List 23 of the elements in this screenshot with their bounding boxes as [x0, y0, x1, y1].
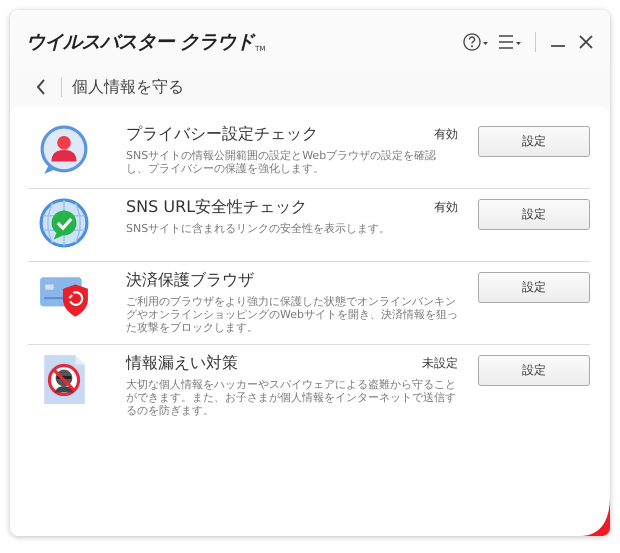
- page-title: 個人情報を守る: [72, 76, 184, 98]
- feature-description: SNSサイトに含まれるリンクの安全性を表示します。: [126, 222, 392, 235]
- feature-title: 決済保護ブラウザ: [126, 270, 254, 291]
- feature-description: ご利用のブラウザをより強力に保護した状態でオンラインバンキングやオンラインショッピングのWebサイトを開き、決済情報を狙った攻撃をブロックします。: [126, 295, 458, 334]
- feature-status: 有効: [434, 199, 458, 216]
- help-menu-icon[interactable]: [463, 32, 489, 52]
- settings-button[interactable]: 設定: [478, 126, 590, 157]
- back-icon[interactable]: [35, 78, 47, 96]
- feature-description: SNSサイトの情報公開範囲の設定とWebブラウザの設定を確認し、プライバシーの保護を強化します。: [126, 149, 438, 175]
- feature-title: プライバシー設定チェック: [126, 124, 318, 145]
- settings-button[interactable]: 設定: [478, 355, 590, 386]
- person-icon: [38, 124, 90, 176]
- feature-title: SNS URL安全性チェック: [126, 197, 308, 218]
- globe-check-icon: [38, 197, 90, 249]
- feature-description: 大切な個人情報をハッカーやスパイウェアによる盗難から守ることができます。また、お子さまが個人情報をインターネットで送信するのを防ぎます。: [126, 378, 457, 417]
- feature-status: 有効: [434, 126, 458, 143]
- feature-status: 未設定: [422, 355, 458, 372]
- menu-icon[interactable]: [497, 32, 523, 52]
- app-logo-text: ウイルスバスター クラウド: [26, 30, 254, 55]
- close-icon[interactable]: [578, 34, 594, 50]
- settings-button[interactable]: 設定: [478, 272, 590, 303]
- feature-title: 情報漏えい対策: [126, 353, 238, 374]
- settings-button[interactable]: 設定: [478, 199, 590, 230]
